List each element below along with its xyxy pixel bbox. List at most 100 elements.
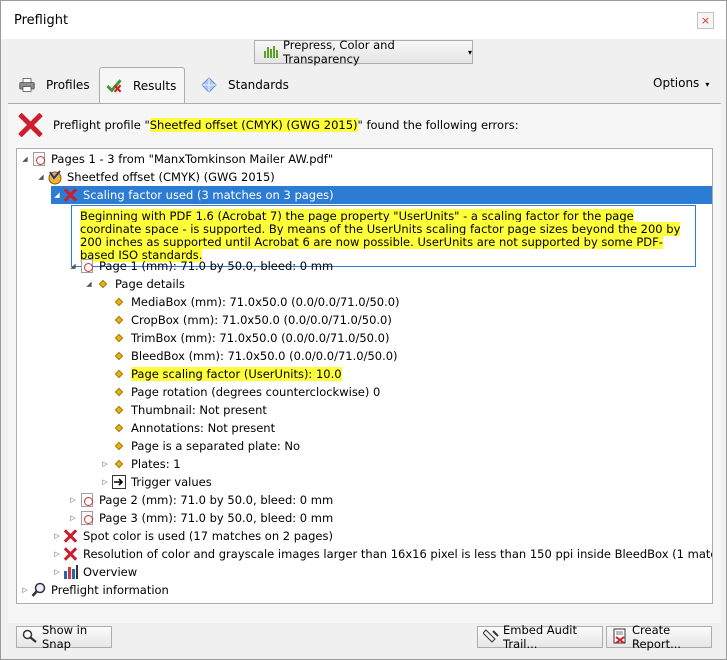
tree-item-scaling-error[interactable]: ◢ Scaling factor used (3 matches on 3 pa… (51, 186, 712, 204)
tree-item-plates[interactable]: ▷ Plates: 1 (99, 455, 181, 473)
button-bar: Show in Snap Embed Audit Trail... Create… (8, 623, 721, 653)
error-x-icon (63, 187, 79, 203)
collapse-arrow-icon[interactable]: ◢ (51, 191, 63, 199)
tree-item-label: Overview (83, 565, 138, 579)
tree-item-label: Scaling factor used (3 matches on 3 page… (83, 188, 334, 202)
tab-results[interactable]: Results (99, 67, 185, 104)
magnifier-icon (22, 629, 38, 646)
expand-arrow-icon[interactable]: ▷ (67, 514, 79, 522)
tree-item-trigger-values[interactable]: ▷ Trigger values (99, 473, 212, 491)
tree-item-page-3[interactable]: ▷ Page 3 (mm): 71.0 by 50.0, bleed: 0 mm (67, 509, 333, 527)
bullet-diamond-icon (111, 294, 127, 310)
tree-item-resolution-error[interactable]: ▷ Resolution of color and grayscale imag… (51, 545, 712, 563)
tree-item-label: Plates: 1 (131, 457, 181, 471)
collapse-arrow-icon[interactable]: ◢ (19, 155, 31, 163)
embed-audit-trail-label: Embed Audit Trail... (503, 623, 577, 651)
preflight-profile-icon (47, 169, 63, 185)
results-panel: Preflight profile "Sheetfed offset (CMYK… (8, 103, 721, 623)
tab-profiles[interactable]: Profiles (13, 67, 97, 103)
preflight-window: Preflight × Prepress, Color and Transpar… (0, 0, 727, 660)
tree-item-label: Pages 1 - 3 from "ManxTomkinson Mailer A… (51, 152, 334, 166)
bar-chart-icon (264, 46, 278, 58)
detail-label: BleedBox (mm): 71.0x50.0 (0.0/0.0/71.0/5… (131, 349, 398, 363)
results-tree[interactable]: ◢ Pages 1 - 3 from "ManxTomkinson Mailer… (16, 148, 713, 604)
tree-item-profile[interactable]: ◢ Sheetfed offset (CMYK) (GWG 2015) (35, 168, 275, 186)
expand-arrow-icon[interactable]: ▷ (99, 478, 111, 486)
checkmark-icon (106, 78, 122, 94)
tree-item-label: Preflight information (51, 583, 169, 597)
expand-arrow-icon[interactable]: ▷ (51, 532, 63, 540)
pdf-file-icon (31, 151, 47, 167)
tree-item-label: Sheetfed offset (CMYK) (GWG 2015) (67, 170, 275, 184)
detail-item[interactable]: Annotations: Not present (99, 419, 275, 437)
chevron-down-icon: ▾ (705, 80, 710, 89)
stamp-icon (482, 628, 499, 647)
profile-name: Sheetfed offset (CMYK) (GWG 2015) (149, 118, 358, 132)
detail-item[interactable]: TrimBox (mm): 71.0x50.0 (0.0/0.0/71.0/50… (99, 329, 389, 347)
tree-item-label: Page 3 (mm): 71.0 by 50.0, bleed: 0 mm (99, 511, 334, 525)
bullet-diamond-icon (111, 438, 127, 454)
detail-item[interactable]: BleedBox (mm): 71.0x50.0 (0.0/0.0/71.0/5… (99, 347, 398, 365)
bullet-diamond-icon (111, 384, 127, 400)
detail-item[interactable]: CropBox (mm): 71.0x50.0 (0.0/0.0/71.0/50… (99, 311, 392, 329)
detail-label: Page is a separated plate: No (131, 439, 301, 453)
tree-item-label: Resolution of color and grayscale images… (83, 547, 712, 561)
collapse-arrow-icon[interactable]: ◢ (83, 280, 95, 288)
expand-arrow-icon[interactable]: ▷ (67, 496, 79, 504)
error-x-icon (16, 111, 44, 139)
profile-category-label: Prepress, Color and Transparency (283, 38, 395, 66)
tree-item-preflight-info[interactable]: ▷ Preflight information (19, 581, 169, 599)
window-title: Preflight (14, 13, 69, 28)
pdf-page-icon (79, 492, 95, 508)
expand-arrow-icon[interactable]: ▷ (19, 586, 31, 594)
detail-item[interactable]: Thumbnail: Not present (99, 401, 267, 419)
tree-item-overview[interactable]: ▷ Overview (51, 563, 137, 581)
title-bar: Preflight × (1, 1, 726, 39)
show-in-snap-button[interactable]: Show in Snap (16, 623, 112, 651)
bullet-diamond-icon (111, 312, 127, 328)
tree-item-page-details[interactable]: ◢ Page details (83, 275, 185, 293)
trigger-arrow-icon (111, 474, 127, 490)
bullet-diamond-icon (111, 330, 127, 346)
tree-item-label: Page 2 (mm): 71.0 by 50.0, bleed: 0 mm (99, 493, 334, 507)
create-report-button[interactable]: Create Report... (606, 623, 712, 651)
expand-arrow-icon[interactable]: ▷ (99, 460, 111, 468)
embed-audit-trail-button[interactable]: Embed Audit Trail... (477, 623, 603, 651)
tab-standards[interactable]: Standards (195, 67, 295, 103)
report-icon (612, 628, 628, 647)
overview-chart-icon (63, 564, 79, 580)
pdf-page-icon (79, 258, 95, 274)
bullet-diamond-icon (95, 276, 111, 292)
preflight-panel: Prepress, Color and Transparency ▾ Profi… (8, 38, 721, 653)
bullet-diamond-icon (111, 402, 127, 418)
bullet-diamond-icon (111, 456, 127, 472)
pdf-page-icon (79, 510, 95, 526)
tab-profiles-label: Profiles (46, 78, 90, 92)
tree-item-root[interactable]: ◢ Pages 1 - 3 from "ManxTomkinson Mailer… (19, 150, 333, 168)
detail-item[interactable]: MediaBox (mm): 71.0x50.0 (0.0/0.0/71.0/5… (99, 293, 400, 311)
detail-label: Page scaling factor (UserUnits): 10.0 (131, 367, 342, 381)
collapse-arrow-icon[interactable]: ◢ (67, 262, 79, 270)
tree-item-page-1[interactable]: ◢ Page 1 (mm): 71.0 by 50.0, bleed: 0 mm (67, 257, 333, 275)
detail-item[interactable]: Page scaling factor (UserUnits): 10.0 (99, 365, 342, 383)
error-x-icon (63, 528, 79, 544)
expand-arrow-icon[interactable]: ▷ (51, 550, 63, 558)
tree-item-label: Spot color is used (17 matches on 2 page… (83, 529, 333, 543)
show-in-snap-label: Show in Snap (42, 623, 88, 651)
close-button[interactable]: × (697, 12, 714, 29)
detail-label: MediaBox (mm): 71.0x50.0 (0.0/0.0/71.0/5… (131, 295, 400, 309)
create-report-label: Create Report... (632, 623, 682, 651)
profile-category-dropdown[interactable]: Prepress, Color and Transparency ▾ (254, 38, 473, 66)
detail-item[interactable]: Page is a separated plate: No (99, 437, 300, 455)
chevron-down-icon: ▾ (467, 47, 472, 57)
tree-item-label: Page details (115, 277, 185, 291)
tree-item-spot-color-error[interactable]: ▷ Spot color is used (17 matches on 2 pa… (51, 527, 333, 545)
detail-item[interactable]: Page rotation (degrees counterclockwise)… (99, 383, 380, 401)
options-label: Options (653, 76, 700, 90)
options-menu[interactable]: Options ▾ (653, 76, 709, 90)
expand-arrow-icon[interactable]: ▷ (51, 568, 63, 576)
tree-item-page-2[interactable]: ▷ Page 2 (mm): 71.0 by 50.0, bleed: 0 mm (67, 491, 333, 509)
tree-item-label: Trigger values (131, 475, 212, 489)
collapse-arrow-icon[interactable]: ◢ (35, 173, 47, 181)
diamond-icon (201, 77, 217, 93)
